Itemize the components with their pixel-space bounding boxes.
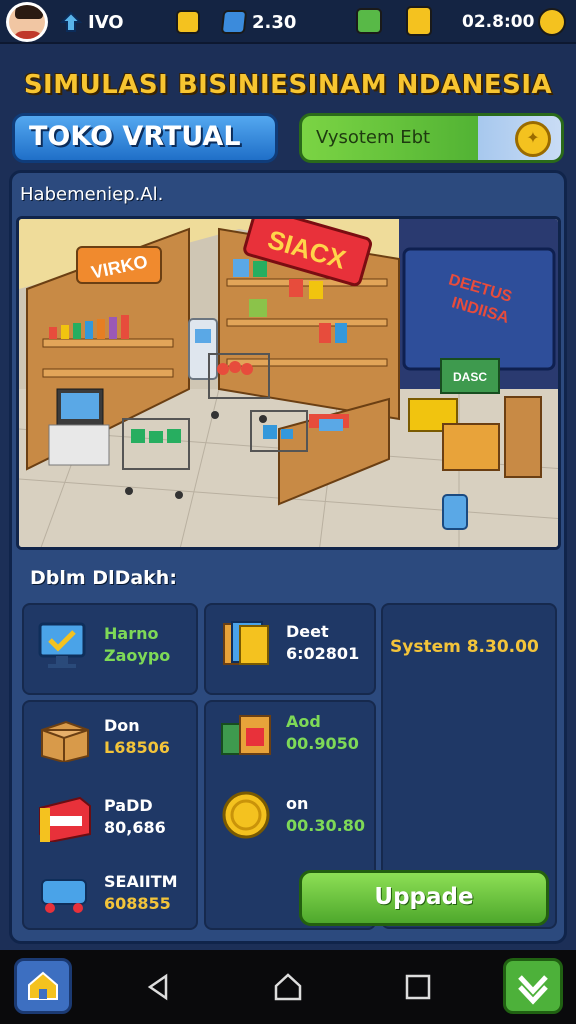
gold-coin-icon [222,791,270,839]
blue-gem-cube-icon [220,10,248,34]
store-illustration: VIRKO SIACX DEETUS INDIISA DASC [19,219,558,547]
item-name: PaDD [104,796,153,815]
item-name: Deet [286,622,329,641]
home-button[interactable] [14,958,72,1014]
green-box-icon[interactable] [356,8,382,34]
gem-value: 2.30 [252,11,297,33]
item-value: 80,686 [104,818,166,837]
list-item[interactable]: SEAIITM 608855 [36,868,178,918]
home-icon [28,971,58,1000]
recent-apps-icon[interactable] [403,972,433,1002]
gem-stat[interactable]: 2.30 [220,8,297,36]
list-item[interactable]: Deet 6:02801 [218,618,359,668]
item-name: Don [104,716,140,735]
system-value: System 8.30.00 [390,637,539,657]
item-value: Zaoypo [104,646,171,665]
sign-dasc: DASC [453,370,487,384]
monitor-check-icon [38,622,86,668]
list-item[interactable]: Aod 00.9050 [218,708,359,758]
gold-coin-stack-icon [406,6,432,36]
list-item[interactable]: PaDD 80,686 [36,792,166,842]
books-icon [223,621,269,665]
item-value: 00.9050 [286,734,359,753]
gift-boxes-icon [221,715,271,755]
item-value: 6:02801 [286,644,360,663]
player-avatar[interactable] [6,2,48,42]
system-pill-label: Vysotem Ebt [316,127,431,148]
red-package-icon [39,796,91,842]
list-item[interactable]: on 00.30.80 [218,790,365,840]
confirm-button[interactable] [503,958,563,1014]
item-value: L68506 [104,738,170,757]
item-value: 608855 [104,894,171,913]
item-value: 00.30.80 [286,816,365,835]
gold-star-badge-icon[interactable] [538,8,566,36]
gold-bar-icon[interactable] [176,10,200,34]
cardboard-box-icon [41,720,89,762]
top-status-bar: IVO 2.30 02.8:00 [0,0,576,44]
game-title: SIMULASI BISINIESINAM NDANESIA [23,70,553,100]
scene-label: Habemeniep.Al. [20,184,164,205]
item-name: Harno [104,624,159,643]
item-name: on [286,794,309,813]
items-label: Dblm DlDakh: [30,567,177,589]
item-name: SEAIITM [104,872,178,891]
level-value: IVO [88,11,124,33]
level-stat[interactable]: IVO [60,8,124,36]
coin-value: 02.8:00 [462,12,535,32]
list-item[interactable]: Don L68506 [36,712,170,762]
blue-machine-icon [41,879,87,913]
coin-stat[interactable]: 02.8:00 [462,8,534,36]
upgrade-arrow-icon [60,11,82,32]
chevron-down-icon [518,975,548,1005]
home-nav-icon[interactable] [273,972,303,1002]
upgrade-button[interactable]: Uppade [299,870,549,926]
coin-settings-icon[interactable]: ✦ [515,121,551,157]
system-status-pill[interactable]: Vysotem Ebt ✦ [299,113,564,163]
back-icon[interactable] [144,972,174,1002]
store-scene[interactable]: VIRKO SIACX DEETUS INDIISA DASC [16,216,561,550]
item-name: Aod [286,712,321,731]
toko-virtual-button[interactable]: TOKO VRTUAL [12,113,278,163]
list-item[interactable]: Harno Zaoypo [36,620,170,670]
